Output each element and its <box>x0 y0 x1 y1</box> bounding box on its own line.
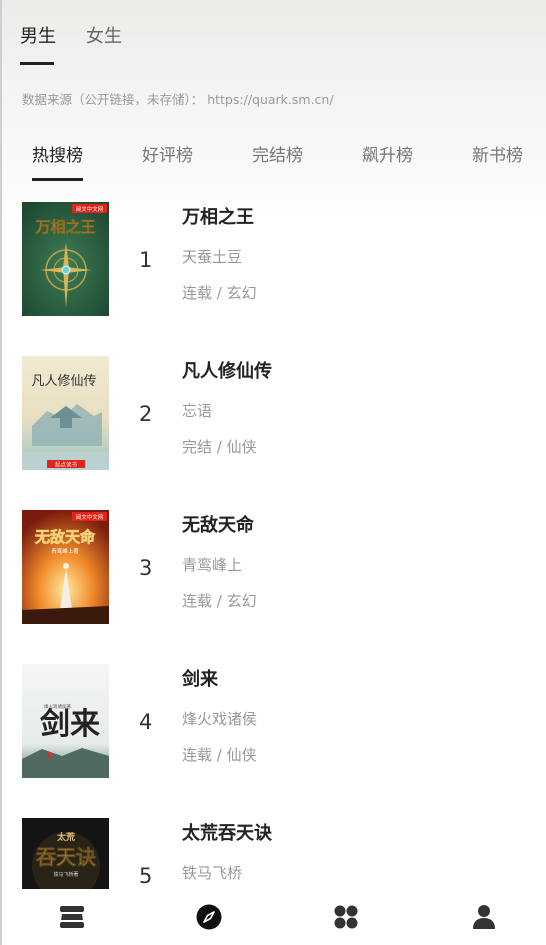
user-icon <box>473 905 495 929</box>
book-list: 阅文中文网 万相之王 1 万相之王 天蚕土豆 连载 / 玄幻 凡人修仙传 起点读… <box>2 199 546 889</box>
book-cover[interactable]: 凡人修仙传 起点读书 <box>22 356 109 470</box>
list-item[interactable]: 太荒 吞天诀 铁马飞桥著 5 太荒吞天诀 铁马飞桥 <box>2 815 546 889</box>
svg-text:烽火戏诸侯著: 烽火戏诸侯著 <box>44 703 71 710</box>
book-cover[interactable]: 阅文中文网 无敌天命 青鸾峰上著 <box>22 510 109 624</box>
book-title[interactable]: 太荒吞天诀 <box>182 819 272 845</box>
book-meta: 连载 / 玄幻 <box>182 592 257 610</box>
book-meta: 完结 / 仙侠 <box>182 438 257 456</box>
bottom-nav <box>2 889 546 945</box>
list-item[interactable]: 凡人修仙传 起点读书 2 凡人修仙传 忘语 完结 / 仙侠 <box>2 353 546 478</box>
svg-text:阅文中文网: 阅文中文网 <box>76 513 104 521</box>
book-title[interactable]: 凡人修仙传 <box>182 357 272 383</box>
book-author: 忘语 <box>182 402 213 420</box>
svg-text:起点读书: 起点读书 <box>55 461 78 469</box>
book-title[interactable]: 剑来 <box>182 665 218 691</box>
svg-text:无敌天命: 无敌天命 <box>34 528 96 546</box>
book-title[interactable]: 万相之王 <box>182 203 254 229</box>
book-author: 烽火戏诸侯 <box>182 710 258 728</box>
list-item[interactable]: 阅文中文网 无敌天命 青鸾峰上著 3 无敌天命 青鸾峰上 连载 / 玄幻 <box>2 507 546 632</box>
svg-text:凡人修仙传: 凡人修仙传 <box>31 374 96 389</box>
book-author: 铁马飞桥 <box>182 864 243 882</box>
nav-profile[interactable] <box>464 897 504 937</box>
compass-icon <box>196 904 222 930</box>
tab-new-books[interactable]: 新书榜 <box>472 141 523 166</box>
book-author: 天蚕土豆 <box>182 248 243 266</box>
rank-number: 2 <box>139 402 153 426</box>
svg-text:太荒: 太荒 <box>56 831 75 843</box>
ranking-tabs: 热搜榜 好评榜 完结榜 飙升榜 新书榜 <box>32 141 546 181</box>
rank-number: 3 <box>139 556 153 580</box>
list-item[interactable]: 剑来 烽火戏诸侯著 4 剑来 烽火戏诸侯 连载 / 仙侠 <box>2 661 546 786</box>
category-icon <box>334 905 358 929</box>
tab-female[interactable]: 女生 <box>86 22 122 48</box>
rank-number: 5 <box>139 864 153 888</box>
tab-male[interactable]: 男生 <box>20 22 56 65</box>
nav-bookshelf[interactable] <box>52 897 92 937</box>
book-title[interactable]: 无敌天命 <box>182 511 254 537</box>
book-cover[interactable]: 太荒 吞天诀 铁马飞桥著 <box>22 818 109 889</box>
bookshelf-icon <box>60 906 84 928</box>
rank-number: 4 <box>139 710 153 734</box>
rank-number: 1 <box>139 248 153 272</box>
book-author: 青鸾峰上 <box>182 556 243 574</box>
nav-category[interactable] <box>326 897 366 937</box>
tab-completed[interactable]: 完结榜 <box>252 141 303 166</box>
tab-hot-search[interactable]: 热搜榜 <box>32 141 83 181</box>
svg-text:青鸾峰上著: 青鸾峰上著 <box>51 547 79 555</box>
tab-rising[interactable]: 飙升榜 <box>362 141 413 166</box>
svg-text:剑来: 剑来 <box>40 707 100 742</box>
svg-text:万相之王: 万相之王 <box>34 218 95 236</box>
svg-text:阅文中文网: 阅文中文网 <box>76 205 104 213</box>
nav-discover[interactable] <box>189 897 229 937</box>
list-item[interactable]: 阅文中文网 万相之王 1 万相之王 天蚕土豆 连载 / 玄幻 <box>2 199 546 324</box>
book-meta: 连载 / 仙侠 <box>182 746 257 764</box>
svg-text:铁马飞桥著: 铁马飞桥著 <box>53 871 78 878</box>
book-cover[interactable]: 阅文中文网 万相之王 <box>22 202 109 316</box>
book-meta: 连载 / 玄幻 <box>182 284 257 302</box>
tab-top-rated[interactable]: 好评榜 <box>142 141 193 166</box>
svg-text:吞天诀: 吞天诀 <box>36 845 97 869</box>
data-source-note: 数据来源（公开链接，未存储）： https://quark.sm.cn/ <box>22 92 334 107</box>
gender-tabs: 男生 女生 <box>20 22 122 65</box>
book-cover[interactable]: 剑来 烽火戏诸侯著 <box>22 664 109 778</box>
